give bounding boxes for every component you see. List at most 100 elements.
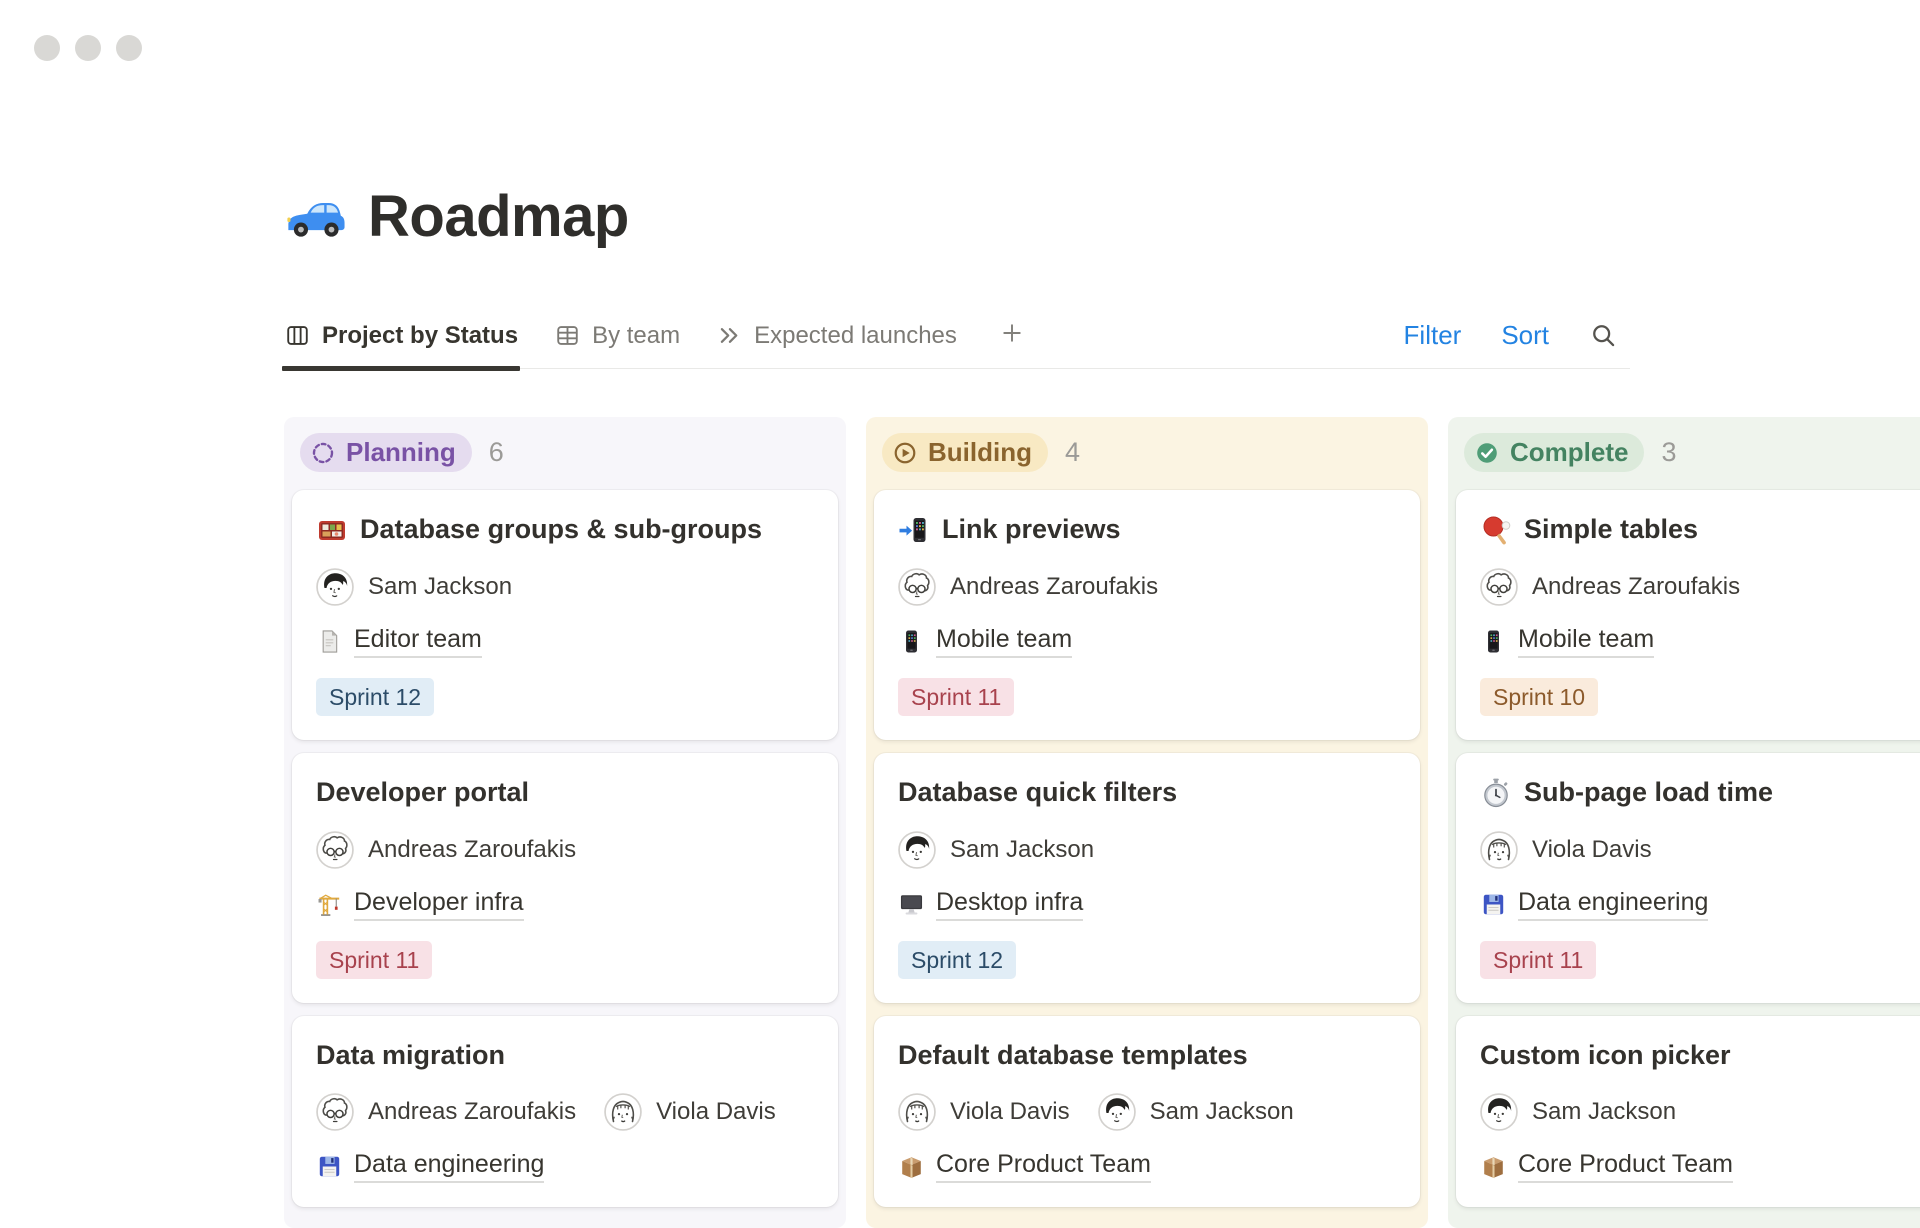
tab-expected-launches[interactable]: Expected launches	[716, 322, 957, 350]
filter-button[interactable]: Filter	[1404, 320, 1462, 351]
desktop-emoji-icon	[898, 891, 925, 918]
avatar	[1480, 1093, 1518, 1131]
sprint-badge: Sprint 12	[316, 678, 434, 716]
column-building: Building 4 Link previews Andreas Zaroufa…	[866, 417, 1428, 1228]
assignee-row: Andreas Zaroufakis	[898, 568, 1396, 606]
assignee-name: Sam Jackson	[950, 836, 1094, 864]
avatar	[1480, 568, 1518, 606]
package-emoji-icon	[898, 1153, 925, 1180]
card-title: Default database templates	[898, 1039, 1248, 1073]
avatar	[316, 1093, 354, 1131]
page-emoji-icon	[316, 628, 343, 655]
avatar	[1480, 831, 1518, 869]
team-link[interactable]: Core Product Team	[936, 1150, 1151, 1183]
column-header: Building 4	[874, 425, 1420, 490]
avatar	[604, 1093, 642, 1131]
assignee: Andreas Zaroufakis	[316, 1093, 576, 1131]
view-tabbar: Project by Status By team Expected launc…	[284, 320, 1630, 369]
card-developer-portal[interactable]: Developer portal Andreas Zaroufakis Deve…	[292, 753, 838, 1003]
dashed-circle-icon	[309, 439, 337, 467]
add-view-button[interactable]	[999, 320, 1025, 351]
card-title: Simple tables	[1524, 513, 1698, 547]
card-sub-page-load-time[interactable]: Sub-page load time Viola Davis Data engi…	[1456, 753, 1920, 1003]
card-title: Link previews	[942, 513, 1121, 547]
assignee-row: Sam Jackson	[316, 568, 814, 606]
page-header: Roadmap	[284, 183, 1920, 250]
card-title-row: Link previews	[898, 513, 1396, 547]
assignee-name: Andreas Zaroufakis	[368, 836, 576, 864]
assignee-name: Viola Davis	[950, 1098, 1070, 1126]
window-dot[interactable]	[75, 35, 101, 61]
tab-project-by-status[interactable]: Project by Status	[284, 322, 518, 350]
package-emoji-icon	[1480, 1153, 1507, 1180]
card-title: Sub-page load time	[1524, 776, 1773, 810]
card-custom-icon-picker[interactable]: Custom icon picker Sam Jackson Core Prod…	[1456, 1016, 1920, 1208]
team-link[interactable]: Core Product Team	[1518, 1150, 1733, 1183]
card-title-row: Default database templates	[898, 1039, 1396, 1073]
status-pill-complete[interactable]: Complete	[1464, 433, 1644, 472]
team-row: Mobile team	[1480, 625, 1920, 658]
card-title: Developer portal	[316, 776, 529, 810]
card-link-previews[interactable]: Link previews Andreas Zaroufakis Mobile …	[874, 490, 1420, 740]
assignee: Viola Davis	[604, 1093, 776, 1131]
column-planning: Planning 6 Database groups & sub-groups …	[284, 417, 846, 1228]
floppy-emoji-icon	[1480, 891, 1507, 918]
assignee-row: Andreas Zaroufakis	[1480, 568, 1920, 606]
tab-label: Expected launches	[754, 322, 957, 350]
avatar	[898, 568, 936, 606]
stopwatch-emoji-icon	[1480, 777, 1512, 809]
card-title-row: Database groups & sub-groups	[316, 513, 814, 547]
team-link[interactable]: Mobile team	[1518, 625, 1654, 658]
avatar	[316, 568, 354, 606]
window-dot[interactable]	[34, 35, 60, 61]
tab-by-team[interactable]: By team	[554, 322, 680, 350]
avatar	[898, 831, 936, 869]
card-simple-tables[interactable]: Simple tables Andreas Zaroufakis Mobile …	[1456, 490, 1920, 740]
card-title-row: Database quick filters	[898, 776, 1396, 810]
phone-emoji-icon	[1480, 628, 1507, 655]
toolbar-right: Filter Sort	[1404, 320, 1630, 351]
card-count: 3	[1661, 437, 1676, 468]
status-pill-building[interactable]: Building	[882, 433, 1048, 472]
team-link[interactable]: Data engineering	[354, 1150, 544, 1183]
pingpong-emoji-icon	[1480, 514, 1512, 546]
page-title[interactable]: Roadmap	[368, 183, 629, 250]
card-count: 4	[1065, 437, 1080, 468]
card-title: Data migration	[316, 1039, 505, 1073]
window-dot[interactable]	[116, 35, 142, 61]
card-title-row: Simple tables	[1480, 513, 1920, 547]
assignee-name: Andreas Zaroufakis	[950, 573, 1158, 601]
assignee-name: Andreas Zaroufakis	[1532, 573, 1740, 601]
card-count: 6	[489, 437, 504, 468]
card-default-database-templates[interactable]: Default database templates Viola Davis S…	[874, 1016, 1420, 1208]
status-pill-planning[interactable]: Planning	[300, 433, 472, 472]
assignee-row: Viola Davis	[1480, 831, 1920, 869]
team-link[interactable]: Data engineering	[1518, 888, 1708, 921]
card-database-groups[interactable]: Database groups & sub-groups Sam Jackson…	[292, 490, 838, 740]
sort-button[interactable]: Sort	[1501, 320, 1549, 351]
search-button[interactable]	[1589, 321, 1618, 350]
card-title-row: Developer portal	[316, 776, 814, 810]
team-row: Data engineering	[1480, 888, 1920, 921]
card-data-migration[interactable]: Data migration Andreas Zaroufakis Viola …	[292, 1016, 838, 1208]
assignee-row: Sam Jackson	[1480, 1093, 1920, 1131]
team-link[interactable]: Desktop infra	[936, 888, 1083, 921]
floppy-emoji-icon	[316, 1153, 343, 1180]
team-link[interactable]: Mobile team	[936, 625, 1072, 658]
card-database-quick-filters[interactable]: Database quick filters Sam Jackson Deskt…	[874, 753, 1420, 1003]
assignee: Andreas Zaroufakis	[898, 568, 1158, 606]
sprint-badge: Sprint 11	[316, 941, 432, 979]
team-row: Mobile team	[898, 625, 1396, 658]
team-row: Data engineering	[316, 1150, 814, 1183]
team-row: Core Product Team	[1480, 1150, 1920, 1183]
column-header: Planning 6	[292, 425, 838, 490]
plus-icon	[999, 320, 1025, 346]
team-link[interactable]: Developer infra	[354, 888, 524, 921]
car-emoji-icon[interactable]	[284, 186, 346, 248]
search-icon	[1589, 321, 1618, 350]
team-link[interactable]: Editor team	[354, 625, 482, 658]
assignee-name: Andreas Zaroufakis	[368, 1098, 576, 1126]
table-view-icon	[554, 322, 581, 349]
card-title-row: Data migration	[316, 1039, 814, 1073]
assignee-row: Andreas Zaroufakis	[316, 831, 814, 869]
